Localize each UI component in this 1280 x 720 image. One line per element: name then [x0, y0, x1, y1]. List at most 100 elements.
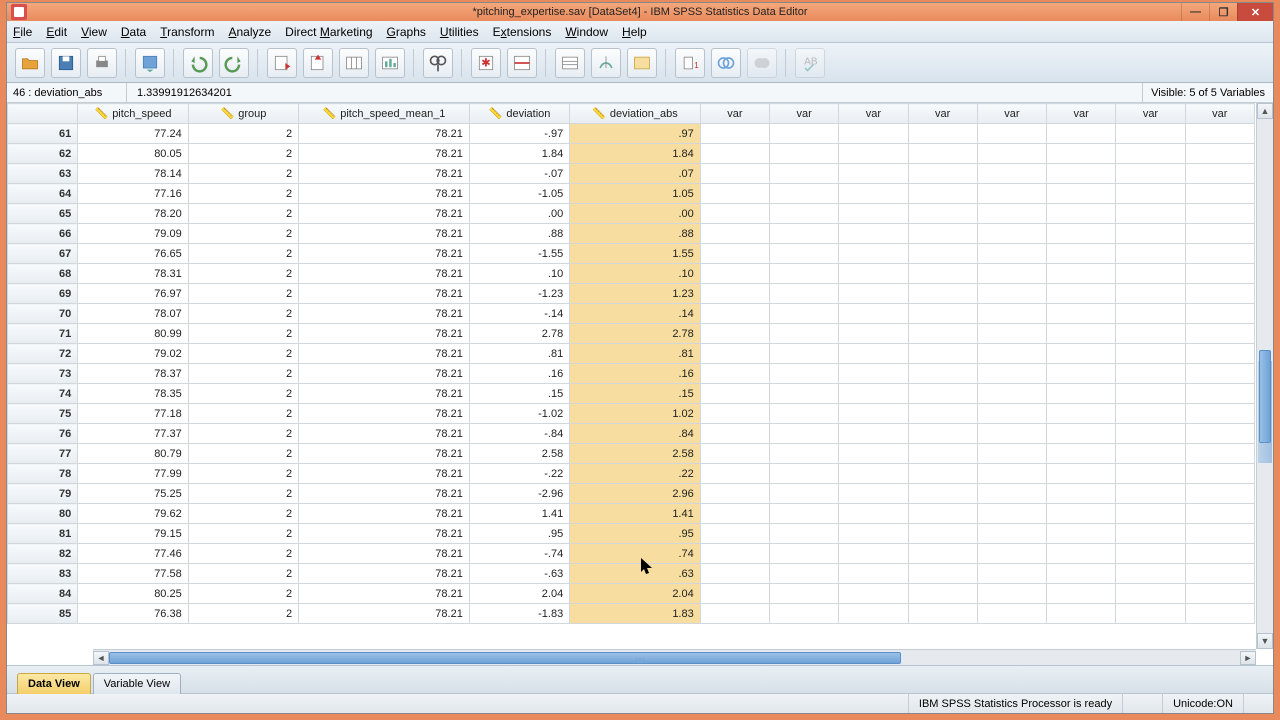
- cell-empty[interactable]: [700, 144, 769, 164]
- cell-empty[interactable]: [839, 504, 908, 524]
- cell-empty[interactable]: [1116, 224, 1185, 244]
- cell-empty[interactable]: [977, 344, 1046, 364]
- cell-mean[interactable]: 78.21: [299, 344, 470, 364]
- cell-empty[interactable]: [977, 504, 1046, 524]
- cell-empty[interactable]: [908, 464, 977, 484]
- cell-empty[interactable]: [839, 604, 908, 624]
- cell-group[interactable]: 2: [188, 444, 298, 464]
- col-deviation-abs[interactable]: 📏deviation_abs: [570, 104, 701, 124]
- table-row[interactable]: 7378.37278.21.16.16: [8, 364, 1255, 384]
- cell-mean[interactable]: 78.21: [299, 224, 470, 244]
- row-number[interactable]: 82: [8, 544, 78, 564]
- cell-empty[interactable]: [770, 184, 839, 204]
- cell-pitch-speed[interactable]: 77.24: [78, 124, 188, 144]
- cell-empty[interactable]: [839, 244, 908, 264]
- col-var[interactable]: var: [770, 104, 839, 124]
- cell-empty[interactable]: [1047, 504, 1116, 524]
- save-button[interactable]: [51, 48, 81, 78]
- col-group[interactable]: 📏group: [188, 104, 298, 124]
- cell-empty[interactable]: [839, 484, 908, 504]
- cell-group[interactable]: 2: [188, 244, 298, 264]
- row-number[interactable]: 76: [8, 424, 78, 444]
- cell-empty[interactable]: [1185, 504, 1254, 524]
- cell-empty[interactable]: [770, 464, 839, 484]
- cell-empty[interactable]: [1185, 164, 1254, 184]
- cell-empty[interactable]: [908, 204, 977, 224]
- cell-empty[interactable]: [908, 124, 977, 144]
- cell-pitch-speed[interactable]: 80.79: [78, 444, 188, 464]
- table-row[interactable]: 6280.05278.211.841.84: [8, 144, 1255, 164]
- row-number[interactable]: 81: [8, 524, 78, 544]
- row-number[interactable]: 66: [8, 224, 78, 244]
- vertical-scrollbar[interactable]: ▲ ▼: [1256, 103, 1273, 649]
- minimize-button[interactable]: —: [1181, 3, 1209, 21]
- cell-empty[interactable]: [700, 284, 769, 304]
- cell-empty[interactable]: [700, 244, 769, 264]
- cell-empty[interactable]: [839, 264, 908, 284]
- cell-empty[interactable]: [1185, 564, 1254, 584]
- cell-deviation[interactable]: 1.41: [469, 504, 569, 524]
- cell-empty[interactable]: [700, 564, 769, 584]
- cell-empty[interactable]: [1185, 604, 1254, 624]
- cell-empty[interactable]: [770, 444, 839, 464]
- vscroll-thumb[interactable]: [1259, 350, 1271, 443]
- cell-empty[interactable]: [770, 324, 839, 344]
- cell-deviation-abs[interactable]: 2.58: [570, 444, 701, 464]
- cell-empty[interactable]: [770, 364, 839, 384]
- cell-pitch-speed[interactable]: 79.09: [78, 224, 188, 244]
- cell-deviation[interactable]: -1.23: [469, 284, 569, 304]
- cell-empty[interactable]: [1185, 444, 1254, 464]
- cell-deviation-abs[interactable]: .97: [570, 124, 701, 144]
- cell-empty[interactable]: [1116, 564, 1185, 584]
- cell-group[interactable]: 2: [188, 184, 298, 204]
- cell-empty[interactable]: [1116, 484, 1185, 504]
- horizontal-scrollbar[interactable]: ◄ ►: [93, 649, 1256, 665]
- cell-deviation-abs[interactable]: .16: [570, 364, 701, 384]
- cell-deviation-abs[interactable]: 1.05: [570, 184, 701, 204]
- cell-group[interactable]: 2: [188, 124, 298, 144]
- cell-empty[interactable]: [700, 584, 769, 604]
- cell-empty[interactable]: [1185, 464, 1254, 484]
- cell-empty[interactable]: [1116, 424, 1185, 444]
- open-button[interactable]: [15, 48, 45, 78]
- cell-empty[interactable]: [908, 284, 977, 304]
- scroll-right-button[interactable]: ►: [1240, 651, 1256, 665]
- row-number[interactable]: 70: [8, 304, 78, 324]
- cell-empty[interactable]: [1047, 204, 1116, 224]
- col-var[interactable]: var: [908, 104, 977, 124]
- cell-empty[interactable]: [839, 344, 908, 364]
- value-labels-button[interactable]: [627, 48, 657, 78]
- cell-empty[interactable]: [977, 444, 1046, 464]
- cell-pitch-speed[interactable]: 80.05: [78, 144, 188, 164]
- hscroll-thumb[interactable]: [109, 652, 901, 664]
- cell-empty[interactable]: [770, 344, 839, 364]
- cell-empty[interactable]: [1047, 144, 1116, 164]
- cell-empty[interactable]: [770, 584, 839, 604]
- table-row[interactable]: 8179.15278.21.95.95: [8, 524, 1255, 544]
- cell-empty[interactable]: [770, 564, 839, 584]
- insert-cases-button[interactable]: ✱: [471, 48, 501, 78]
- cell-empty[interactable]: [1116, 304, 1185, 324]
- cell-empty[interactable]: [1116, 444, 1185, 464]
- cell-deviation[interactable]: -.14: [469, 304, 569, 324]
- cell-pitch-speed[interactable]: 77.16: [78, 184, 188, 204]
- cell-pitch-speed[interactable]: 76.38: [78, 604, 188, 624]
- cell-empty[interactable]: [908, 564, 977, 584]
- cell-empty[interactable]: [1185, 244, 1254, 264]
- cell-empty[interactable]: [770, 424, 839, 444]
- cell-empty[interactable]: [700, 384, 769, 404]
- cell-deviation-abs[interactable]: .95: [570, 524, 701, 544]
- cell-empty[interactable]: [700, 484, 769, 504]
- cell-deviation-abs[interactable]: 1.83: [570, 604, 701, 624]
- cell-empty[interactable]: [1116, 524, 1185, 544]
- cell-empty[interactable]: [908, 484, 977, 504]
- cell-empty[interactable]: [1116, 244, 1185, 264]
- cell-mean[interactable]: 78.21: [299, 324, 470, 344]
- cell-deviation[interactable]: .88: [469, 224, 569, 244]
- cell-empty[interactable]: [700, 344, 769, 364]
- cell-empty[interactable]: [1047, 444, 1116, 464]
- cell-mean[interactable]: 78.21: [299, 404, 470, 424]
- cell-empty[interactable]: [700, 164, 769, 184]
- cell-empty[interactable]: [1047, 524, 1116, 544]
- cell-deviation[interactable]: -.63: [469, 564, 569, 584]
